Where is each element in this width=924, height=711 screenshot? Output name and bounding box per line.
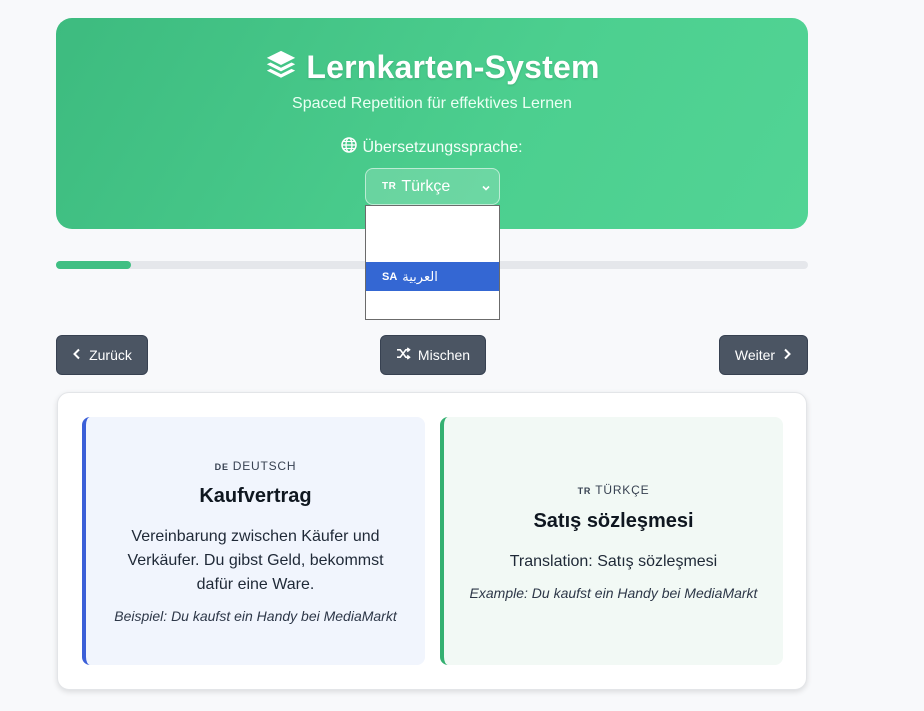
next-button[interactable]: Weiter — [719, 335, 808, 375]
source-language-tag: DE DEUTSCH — [86, 459, 425, 473]
language-dropdown-list: SA العربية — [365, 205, 500, 320]
chevron-left-icon — [72, 347, 82, 363]
progress-fill — [56, 261, 132, 269]
source-language-code: DE — [214, 462, 229, 472]
shuffle-label: Mischen — [417, 347, 471, 363]
target-example: Example: Du kaufst ein Handy bei MediaMa… — [469, 585, 758, 601]
chevron-right-icon — [782, 347, 792, 363]
option-language-name: العربية — [402, 268, 438, 284]
target-word: Satış sözleşmesi — [533, 510, 694, 532]
back-label: Zurück — [89, 347, 132, 363]
source-example: Beispiel: Du kaufst ein Handy bei MediaM… — [114, 608, 397, 624]
page-subtitle: Spaced Repetition für effektives Lernen — [292, 95, 572, 112]
source-language-name: DEUTSCH — [232, 459, 297, 473]
shuffle-icon — [396, 347, 411, 363]
target-language-code: TR — [577, 486, 592, 496]
selected-language-name: Türkçe — [401, 177, 451, 195]
dropdown-option[interactable] — [366, 206, 499, 235]
target-language-tag: TR TÜRKÇE — [444, 483, 783, 497]
title-row: Lernkarten-System — [56, 48, 808, 87]
source-panel: DE DEUTSCH Kaufvertrag Vereinbarung zwisc… — [82, 417, 425, 665]
dropdown-option-highlighted[interactable]: SA العربية — [366, 262, 499, 291]
source-definition: Vereinbarung zwischen Käufer und Verkäuf… — [127, 528, 384, 593]
page-title: Lernkarten-System — [306, 49, 600, 85]
chevron-down-icon — [481, 180, 491, 198]
dropdown-option[interactable] — [366, 234, 499, 263]
layers-icon — [264, 48, 298, 87]
dropdown-option[interactable] — [366, 291, 499, 320]
language-label: Übersetzungssprache: — [362, 138, 523, 156]
app-header: Lernkarten-System Spaced Repetition für … — [56, 18, 808, 229]
target-translation: Translation: Satış sözleşmesi — [509, 553, 718, 570]
target-panel: TR TÜRKÇE Satış sözleşmesi Translation: S… — [440, 417, 783, 665]
option-language-code: SA — [382, 270, 398, 283]
flashcard: DE DEUTSCH Kaufvertrag Vereinbarung zwisc… — [57, 392, 807, 690]
target-language-name: TÜRKÇE — [595, 483, 650, 497]
language-select[interactable]: TR Türkçe — [365, 168, 500, 205]
next-label: Weiter — [734, 347, 776, 363]
selected-language-code: TR — [382, 181, 397, 192]
language-label-row: Übersetzungssprache: — [56, 137, 808, 158]
shuffle-button[interactable]: Mischen — [380, 335, 486, 375]
source-word: Kaufvertrag — [199, 485, 312, 507]
back-button[interactable]: Zurück — [56, 335, 148, 375]
globe-icon — [341, 137, 358, 158]
